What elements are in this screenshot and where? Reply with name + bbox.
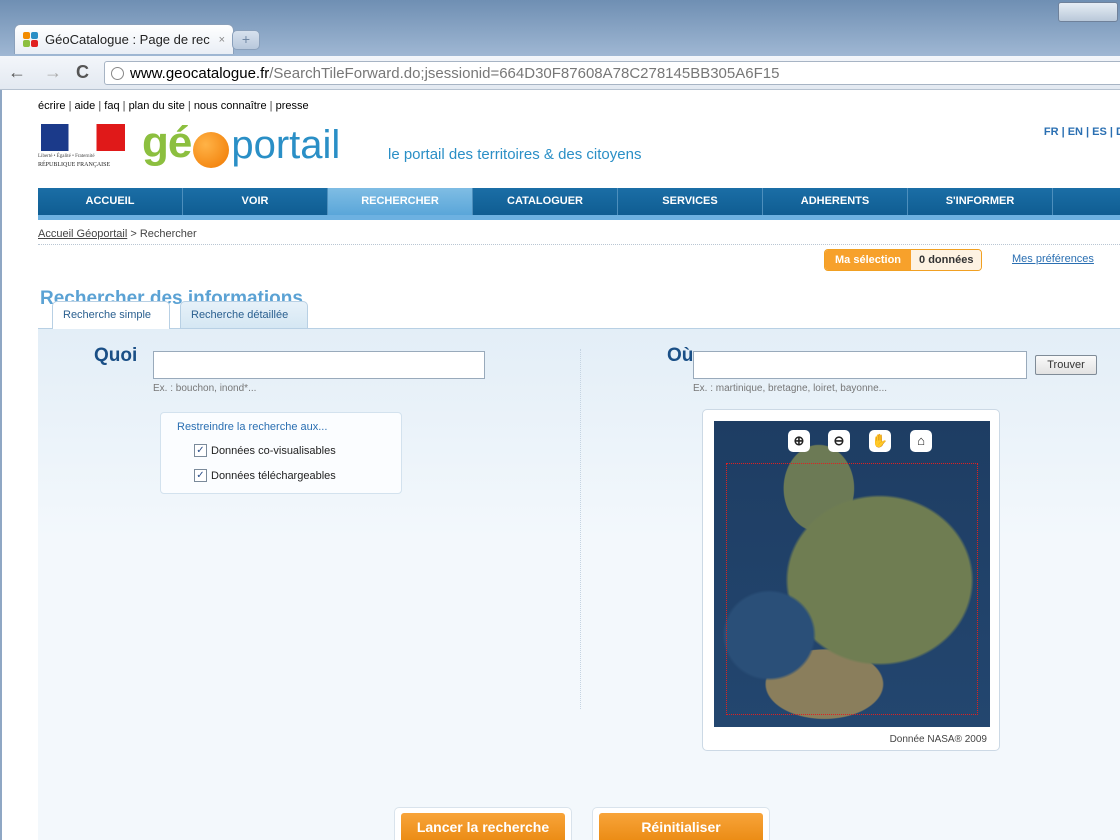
- breadcrumb: Accueil Géoportail > Rechercher: [38, 228, 197, 240]
- reset-button-frame: Réinitialiser: [592, 807, 770, 840]
- search-panel: Quoi Ex. : bouchon, inond*... Restreindr…: [38, 328, 1120, 840]
- preferences-link[interactable]: Mes préférences: [1012, 253, 1094, 265]
- link-faq[interactable]: faq: [104, 100, 119, 112]
- logo-globe-icon: [193, 132, 230, 168]
- link-nous-connaitre[interactable]: nous connaître: [194, 100, 267, 112]
- nav-rechercher[interactable]: RECHERCHER: [328, 188, 473, 215]
- back-icon[interactable]: ←: [8, 62, 26, 82]
- marianne-flag-icon: [41, 124, 125, 151]
- trouver-button[interactable]: Trouver: [1035, 355, 1097, 375]
- new-tab-button[interactable]: +: [232, 30, 260, 50]
- rf-name: RÉPUBLIQUE FRANÇAISE: [38, 162, 111, 168]
- pan-hand-icon[interactable]: ✋: [869, 430, 891, 452]
- url-host: www.geocatalogue.fr: [130, 64, 270, 82]
- geocatalogue-favicon-icon: [23, 31, 39, 48]
- browser-tab-title: GéoCatalogue : Page de rec: [45, 32, 210, 47]
- divider: [38, 244, 1120, 245]
- browser-toolbar: ← → C www.geocatalogue.fr/SearchTileForw…: [0, 56, 1120, 90]
- zoom-out-icon[interactable]: ⊖: [828, 430, 850, 452]
- web-page: écrire | aide | faq | plan du site | nou…: [2, 90, 1120, 840]
- logo-ge-text: gé: [142, 118, 192, 167]
- link-ecrire[interactable]: écrire: [38, 100, 66, 112]
- restrict-title: Restreindre la recherche aux...: [177, 421, 328, 433]
- satellite-map[interactable]: ⊕ ⊖ ✋ ⌂: [714, 421, 990, 727]
- ou-input[interactable]: [693, 351, 1027, 379]
- quoi-label: Quoi: [94, 345, 138, 366]
- nav-sinformer[interactable]: S'INFORMER: [908, 188, 1053, 215]
- column-divider: [580, 349, 581, 709]
- checkbox-row-co-visualisables[interactable]: ✓ Données co-visualisables: [194, 444, 336, 457]
- republique-francaise-logo[interactable]: Liberté • Égalité • Fraternité RÉPUBLIQU…: [38, 124, 128, 174]
- checkbox-telechargeables[interactable]: ✓: [194, 469, 207, 482]
- ou-label: Où: [667, 345, 694, 366]
- selection-label[interactable]: Ma sélection: [825, 250, 912, 270]
- forward-icon[interactable]: →: [44, 62, 62, 82]
- link-plan-du-site[interactable]: plan du site: [129, 100, 185, 112]
- geoportail-logo[interactable]: gé portail: [142, 118, 340, 168]
- tab-recherche-simple[interactable]: Recherche simple: [52, 301, 170, 329]
- launch-search-button-frame: Lancer la recherche: [394, 807, 572, 840]
- map-frame: ⊕ ⊖ ✋ ⌂ Donnée NASA® 2009: [702, 409, 1000, 751]
- launch-search-button[interactable]: Lancer la recherche: [401, 813, 565, 840]
- tab-recherche-detaillee[interactable]: Recherche détaillée: [180, 301, 308, 328]
- page-info-icon[interactable]: [111, 66, 124, 80]
- nav-voir[interactable]: VOIR: [183, 188, 328, 215]
- rf-motto: Liberté • Égalité • Fraternité: [38, 154, 95, 159]
- link-aide[interactable]: aide: [75, 100, 96, 112]
- map-credit: Donnée NASA® 2009: [889, 734, 987, 745]
- quoi-hint: Ex. : bouchon, inond*...: [153, 383, 257, 394]
- checkbox-co-visualisables-label: Données co-visualisables: [211, 444, 336, 457]
- tagline: le portail des territoires & des citoyen…: [388, 146, 642, 163]
- nav-adherents[interactable]: ADHERENTS: [763, 188, 908, 215]
- browser-tab[interactable]: GéoCatalogue : Page de rec ×: [14, 24, 234, 54]
- ou-hint: Ex. : martinique, bretagne, loiret, bayo…: [693, 383, 887, 394]
- main-navigation: ACCUEIL VOIR RECHERCHER CATALOGUER SERVI…: [38, 188, 1120, 220]
- nav-services[interactable]: SERVICES: [618, 188, 763, 215]
- address-bar[interactable]: www.geocatalogue.fr/SearchTileForward.do…: [104, 61, 1120, 85]
- breadcrumb-current: Rechercher: [139, 228, 197, 240]
- window-controls[interactable]: [1058, 2, 1118, 22]
- restrict-box: Restreindre la recherche aux... ✓ Donnée…: [160, 412, 402, 494]
- browser-tab-strip: GéoCatalogue : Page de rec × +: [0, 0, 1120, 56]
- quoi-input[interactable]: [153, 351, 485, 379]
- checkbox-telechargeables-label: Données téléchargeables: [211, 469, 336, 482]
- reset-button[interactable]: Réinitialiser: [599, 813, 763, 840]
- logo-portail-text: portail: [231, 123, 341, 167]
- language-links[interactable]: FR | EN | ES | D: [1044, 126, 1120, 138]
- utility-links: écrire | aide | faq | plan du site | nou…: [38, 100, 309, 112]
- breadcrumb-home-link[interactable]: Accueil Géoportail: [38, 228, 127, 240]
- selection-count: 0 données: [911, 250, 982, 270]
- close-tab-icon[interactable]: ×: [219, 34, 225, 46]
- selection-widget[interactable]: Ma sélection 0 données: [824, 249, 983, 271]
- reload-icon[interactable]: C: [76, 62, 89, 82]
- map-extent-box: [726, 463, 978, 715]
- url-path: /SearchTileForward.do;jsessionid=664D30F…: [269, 64, 780, 82]
- home-icon[interactable]: ⌂: [910, 430, 932, 452]
- breadcrumb-separator: >: [127, 228, 140, 240]
- zoom-in-icon[interactable]: ⊕: [788, 430, 810, 452]
- link-presse[interactable]: presse: [276, 100, 309, 112]
- nav-cataloguer[interactable]: CATALOGUER: [473, 188, 618, 215]
- checkbox-co-visualisables[interactable]: ✓: [194, 444, 207, 457]
- checkbox-row-telechargeables[interactable]: ✓ Données téléchargeables: [194, 469, 336, 482]
- nav-accueil[interactable]: ACCUEIL: [38, 188, 183, 215]
